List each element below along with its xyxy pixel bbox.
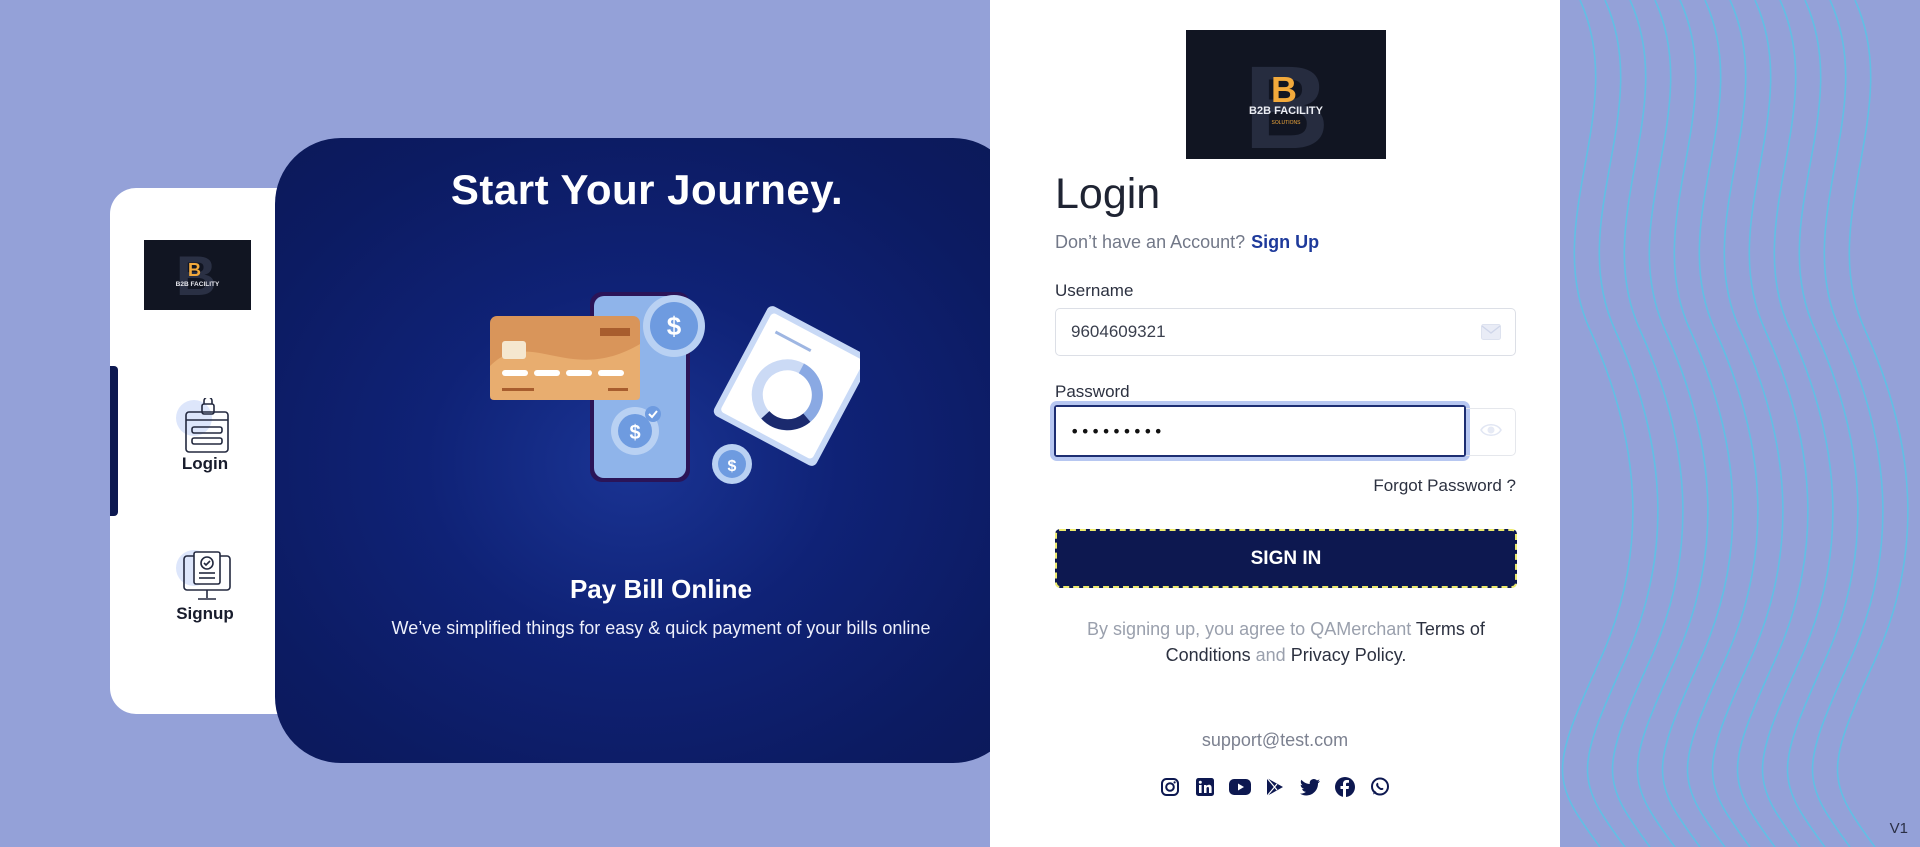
no-account-text: Don’t have an Account? — [1055, 232, 1246, 252]
eye-icon — [1479, 422, 1502, 442]
toggle-password-visibility[interactable] — [1466, 408, 1516, 456]
username-field-wrapper — [1055, 308, 1516, 356]
brand-logo: B B B2B FACILITY SOLUTIONS — [1186, 30, 1386, 159]
sidebar-logo: B B B2B FACILITY — [144, 240, 251, 310]
google-play-icon[interactable] — [1264, 776, 1286, 798]
wave-lines — [1561, 0, 1909, 847]
hero-subtitle: Pay Bill Online — [569, 574, 753, 604]
dollar-coin-label: $ — [728, 458, 737, 475]
dollar-coin-label: $ — [667, 311, 682, 341]
password-field-wrapper — [1054, 405, 1466, 457]
sidebar-item-login[interactable]: Login — [150, 398, 260, 474]
privacy-link[interactable]: Privacy Policy. — [1291, 645, 1407, 665]
signup-monitor-icon — [170, 548, 240, 608]
hero-title: Start Your Journey. — [450, 166, 844, 213]
hero-panel: Start Your Journey. $ $ $ Pay Bill Onlin… — [275, 138, 1019, 763]
sidebar-item-signup[interactable]: Signup — [150, 548, 260, 624]
support-email[interactable]: support@test.com — [990, 730, 1560, 751]
signup-prompt: Don’t have an Account? Sign Up — [1055, 232, 1319, 253]
youtube-icon[interactable] — [1229, 776, 1251, 798]
version-label: V1 — [1889, 820, 1908, 837]
brand-logo-text: B2B FACILITY — [1249, 105, 1324, 117]
wave-decoration — [1560, 0, 1920, 847]
twitter-icon[interactable] — [1299, 776, 1321, 798]
forgot-password-link[interactable]: Forgot Password ? — [1373, 476, 1516, 496]
facebook-icon[interactable] — [1334, 776, 1356, 798]
login-form-icon — [170, 398, 240, 458]
payment-illustration: $ $ $ — [490, 286, 871, 486]
dollar-coin-label: $ — [629, 422, 640, 444]
mail-icon — [1481, 324, 1501, 344]
sign-in-button[interactable]: SIGN IN — [1055, 529, 1517, 588]
svg-text:B: B — [188, 260, 201, 280]
hero-description: We’ve simplified things for easy & quick… — [391, 618, 931, 638]
social-links — [990, 776, 1560, 798]
page-title: Login — [1055, 170, 1161, 218]
brand-logo-tagline: SOLUTIONS — [1272, 120, 1302, 126]
svg-text:B: B — [1271, 69, 1297, 110]
signup-link[interactable]: Sign Up — [1251, 232, 1319, 252]
login-panel: B B B2B FACILITY SOLUTIONS Login Don’t h… — [990, 0, 1560, 847]
username-input[interactable] — [1056, 309, 1515, 355]
sidebar-logo-text: B2B FACILITY — [176, 281, 220, 288]
linkedin-icon[interactable] — [1194, 776, 1216, 798]
terms-and: and — [1255, 645, 1286, 665]
instagram-icon[interactable] — [1159, 776, 1181, 798]
password-label: Password — [1055, 382, 1130, 401]
terms-text: By signing up, you agree to QAMerchant T… — [1055, 616, 1517, 668]
password-input[interactable] — [1056, 407, 1464, 455]
username-label: Username — [1055, 281, 1134, 300]
terms-prefix: By signing up, you agree to QAMerchant — [1087, 619, 1412, 639]
active-indicator — [110, 366, 118, 516]
whatsapp-icon[interactable] — [1369, 776, 1391, 798]
